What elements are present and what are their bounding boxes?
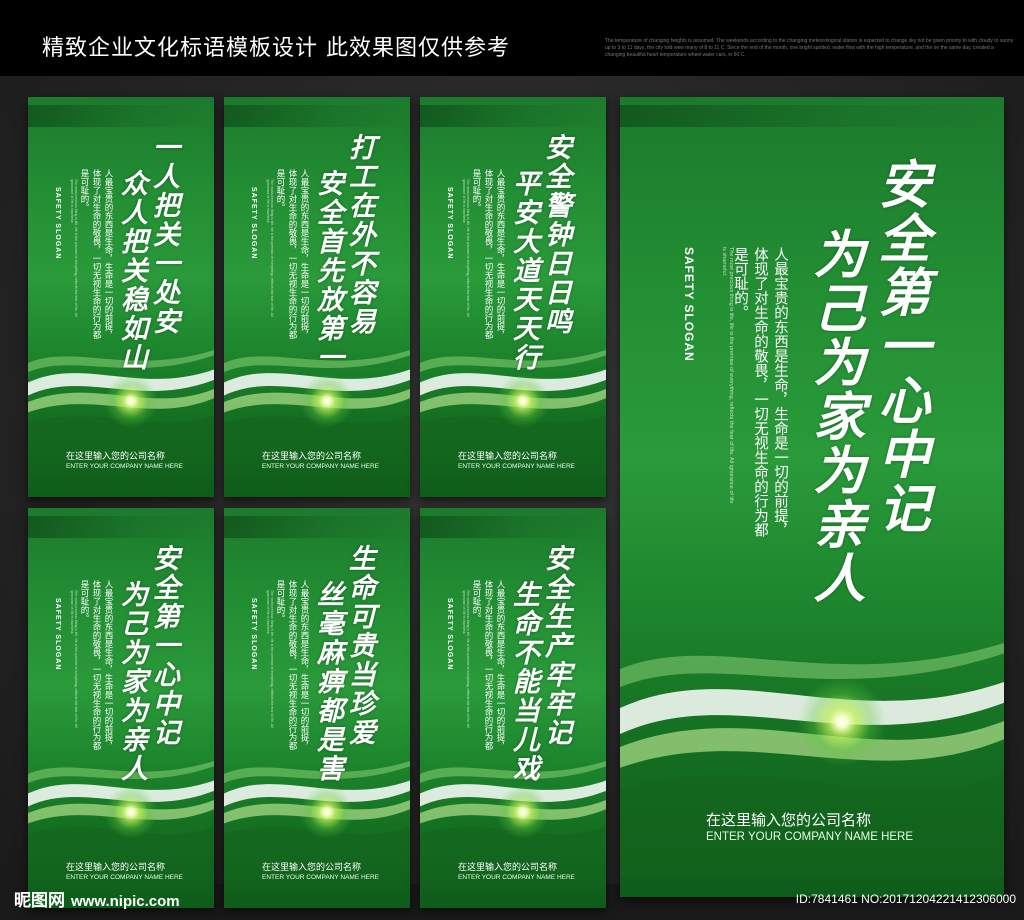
company-name-en: ENTER YOUR COMPANY NAME HERE: [262, 874, 380, 881]
english-fine-print: The most precious thing is life, life is…: [70, 179, 78, 317]
slogan-line-2: 生命不能当儿戏: [508, 580, 539, 783]
poster-3[interactable]: 安全警钟日日鸣 平安大道天天行 人最宝贵的东西是生命，生命是一切的前提，体现了对生命…: [420, 97, 606, 497]
safety-slogan-label: SAFETY SLOGAN: [446, 187, 453, 260]
safety-slogan-label: SAFETY SLOGAN: [250, 598, 257, 671]
slogan-line-1: 安全生产牢牢记: [540, 544, 571, 747]
company-name-en: ENTER YOUR COMPANY NAME HERE: [706, 831, 914, 843]
light-flare: [496, 374, 550, 428]
slogan-line-1: 安全警钟日日鸣: [540, 133, 571, 336]
company-name-cn: 在这里输入您的公司名称: [262, 863, 362, 873]
safety-slogan-label: SAFETY SLOGAN: [682, 247, 696, 362]
poster-2[interactable]: 打工在外不容易 安全首先放第一 人最宝贵的东西是生命，生命是一切的前提，体现了对生命…: [224, 97, 410, 497]
poster-6[interactable]: 安全生产牢牢记 生命不能当儿戏 人最宝贵的东西是生命，生命是一切的前提，体现了对生命…: [420, 508, 606, 908]
logo-text: 昵图网: [14, 891, 65, 911]
company-name-cn: 在这里输入您的公司名称: [458, 863, 558, 873]
brush-stroke: [224, 105, 410, 127]
wave-band-3: [620, 643, 1004, 688]
company-name-cn: 在这里输入您的公司名称: [706, 811, 872, 829]
slogan-line-1: 安全第一心中记: [869, 157, 930, 535]
brush-stroke: [420, 105, 606, 127]
light-flare: [496, 785, 550, 839]
header-bar: 精致企业文化标语模板设计 此效果图仅供参考 The temperature of…: [0, 0, 1024, 76]
slogan-line-1: 一人把关一处安: [148, 133, 179, 336]
slogan-line-1: 生命可贵当珍爱: [344, 544, 375, 747]
poster-4[interactable]: 安全第一心中记 为己为家为亲人 人最宝贵的东西是生命，生命是一切的前提，体现了对生命…: [28, 508, 214, 908]
company-name-en: ENTER YOUR COMPANY NAME HERE: [66, 463, 184, 470]
safety-slogan-label: SAFETY SLOGAN: [54, 598, 61, 671]
brush-stroke: [420, 516, 606, 538]
poster-5[interactable]: 生命可贵当珍爱 丝毫麻痹都是害 人最宝贵的东西是生命，生命是一切的前提，体现了对生命…: [224, 508, 410, 908]
slogan-line-2: 丝毫麻痹都是害: [312, 580, 343, 783]
light-flare: [104, 785, 158, 839]
company-name-cn: 在这里输入您的公司名称: [458, 452, 558, 462]
english-fine-print: The most precious thing is life, life is…: [462, 590, 470, 728]
nipic-logo[interactable]: 昵图网 www.nipic.com: [14, 886, 180, 911]
page-title: 精致企业文化标语模板设计 此效果图仅供参考: [42, 36, 510, 61]
body-text: 人最宝贵的东西是生命，生命是一切的前提，体现了对生命的敬畏，一切无视生命的行为都…: [275, 580, 309, 750]
brush-stroke: [28, 105, 214, 127]
slogan-line-2: 平安大道天天行: [508, 169, 539, 372]
light-flare: [797, 677, 887, 767]
safety-slogan-label: SAFETY SLOGAN: [446, 598, 453, 671]
english-fine-print: The most precious thing is life, life is…: [70, 590, 78, 728]
brush-stroke: [224, 516, 410, 538]
body-text: 人最宝贵的东西是生命，生命是一切的前提，体现了对生命的敬畏，一切无视生命的行为都…: [79, 169, 113, 339]
slogan-line-2: 众人把关稳如山: [116, 169, 147, 372]
body-text: 人最宝贵的东西是生命，生命是一切的前提，体现了对生命的敬畏，一切无视生命的行为都…: [79, 580, 113, 750]
light-flare: [300, 785, 354, 839]
slogan-line-2: 安全首先放第一: [312, 169, 343, 372]
body-text: 人最宝贵的东西是生命，生命是一切的前提，体现了对生命的敬畏，一切无视生命的行为都…: [732, 247, 788, 537]
safety-slogan-label: SAFETY SLOGAN: [54, 187, 61, 260]
slogan-line-2: 为己为家为亲人: [116, 580, 147, 783]
english-fine-print: The most precious thing is life, life is…: [266, 179, 274, 317]
site-url: www.nipic.com: [71, 893, 180, 910]
body-text: 人最宝贵的东西是生命，生命是一切的前提，体现了对生命的敬畏，一切无视生命的行为都…: [275, 169, 309, 339]
body-text: 人最宝贵的东西是生命，生命是一切的前提，体现了对生命的敬畏，一切无视生命的行为都…: [471, 580, 505, 750]
brush-stroke: [28, 516, 214, 538]
header-fine-text: The temperature of changing heights is a…: [605, 38, 1014, 58]
safety-slogan-label: SAFETY SLOGAN: [250, 187, 257, 260]
company-name-en: ENTER YOUR COMPANY NAME HERE: [66, 874, 184, 881]
company-name-en: ENTER YOUR COMPANY NAME HERE: [262, 463, 380, 470]
light-flare: [300, 374, 354, 428]
company-name-cn: 在这里输入您的公司名称: [66, 452, 166, 462]
company-name-en: ENTER YOUR COMPANY NAME HERE: [458, 463, 576, 470]
slogan-line-2: 为己为家为亲人: [804, 227, 865, 605]
company-name-cn: 在这里输入您的公司名称: [66, 863, 166, 873]
slogan-line-1: 安全第一心中记: [148, 544, 179, 747]
image-id: ID:7841461 NO:20171204221412306000: [795, 892, 1016, 906]
body-text: 人最宝贵的东西是生命，生命是一切的前提，体现了对生命的敬畏，一切无视生命的行为都…: [471, 169, 505, 339]
light-flare: [104, 374, 158, 428]
company-name-en: ENTER YOUR COMPANY NAME HERE: [458, 874, 576, 881]
english-fine-print: The most precious thing is life, life is…: [721, 247, 734, 504]
brush-stroke: [620, 105, 1004, 127]
poster-7[interactable]: 安全第一心中记 为己为家为亲人 人最宝贵的东西是生命，生命是一切的前提，体现了对生命…: [620, 97, 1004, 897]
slogan-line-1: 打工在外不容易: [344, 133, 375, 336]
english-fine-print: The most precious thing is life, life is…: [266, 590, 274, 728]
poster-1[interactable]: 一人把关一处安 众人把关稳如山 人最宝贵的东西是生命，生命是一切的前提，体现了对生命…: [28, 97, 214, 497]
english-fine-print: The most precious thing is life, life is…: [462, 179, 470, 317]
company-name-cn: 在这里输入您的公司名称: [262, 452, 362, 462]
